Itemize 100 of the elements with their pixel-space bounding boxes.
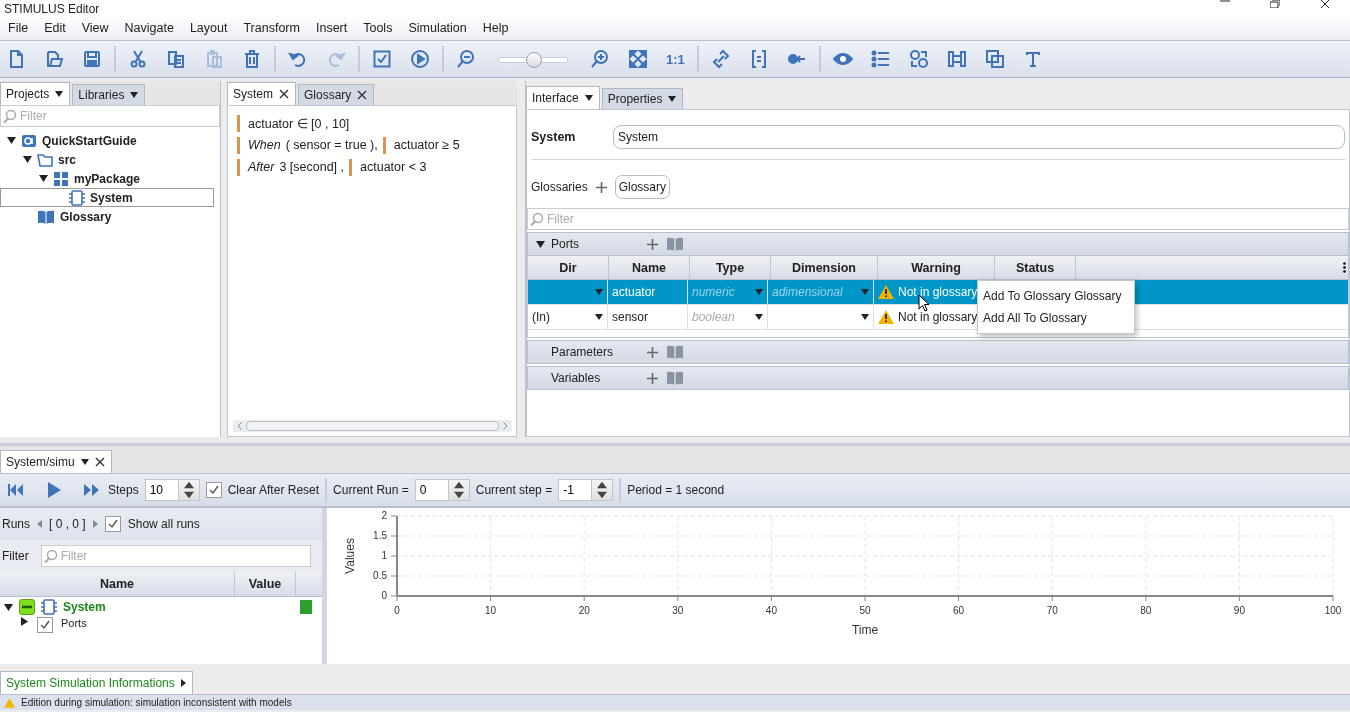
checkbox[interactable]	[19, 599, 35, 615]
run-icon[interactable]	[410, 49, 430, 69]
menu-item[interactable]: File	[0, 21, 37, 35]
menu-item[interactable]: Help	[474, 21, 517, 35]
filter-field[interactable]: Filter	[40, 545, 311, 567]
tab[interactable]: System/simu	[0, 450, 112, 473]
name-field[interactable]: System	[613, 125, 1345, 149]
book-icon[interactable]	[666, 371, 684, 385]
align-icon[interactable]	[946, 49, 967, 69]
column-header[interactable]: Dimension	[771, 256, 878, 279]
column-header[interactable]: Warning	[878, 256, 995, 279]
zoom-in-icon[interactable]	[590, 49, 610, 69]
expanded-arrow-icon[interactable]	[4, 602, 13, 612]
tab[interactable]: Libraries	[72, 84, 146, 105]
run-range: [ 0 , 0 ]	[49, 517, 86, 531]
column-header[interactable]: Status	[995, 256, 1076, 279]
scroll-left-icon[interactable]	[237, 422, 242, 430]
filter-field[interactable]: Filter	[0, 105, 220, 127]
filter-field[interactable]: Filter	[527, 208, 1349, 230]
layers-icon[interactable]	[984, 49, 1005, 69]
book-icon[interactable]	[666, 237, 684, 251]
tree-item[interactable]: System	[0, 188, 214, 207]
dropdown-caret-icon[interactable]	[755, 314, 763, 320]
tree-item[interactable]: QuickStartGuide	[0, 131, 214, 150]
glossary-chip[interactable]: Glossary	[614, 175, 671, 199]
menu-item[interactable]: Add To Glossary Glossary	[978, 285, 1134, 307]
tree-item[interactable]: myPackage	[0, 169, 214, 188]
link-icon[interactable]	[710, 49, 731, 69]
dropdown-caret-icon[interactable]	[668, 96, 677, 102]
expanded-arrow-icon[interactable]	[39, 174, 48, 183]
tab[interactable]: Projects	[0, 82, 71, 105]
section-header[interactable]: Parameters	[527, 340, 1349, 364]
next-icon[interactable]	[92, 520, 98, 528]
menu-item[interactable]: Edit	[36, 21, 74, 35]
menu-item[interactable]: Navigate	[116, 21, 182, 35]
section-header[interactable]: Variables	[527, 366, 1349, 390]
section-header[interactable]: Ports	[527, 232, 1349, 256]
restore-icon[interactable]	[1270, 0, 1280, 8]
checkbox[interactable]	[37, 617, 53, 633]
column-menu-icon[interactable]	[1343, 262, 1346, 273]
checkbox[interactable]	[104, 516, 121, 532]
copy-icon[interactable]	[166, 49, 186, 69]
delete-icon[interactable]	[242, 49, 262, 69]
tab[interactable]: System Simulation Informations	[0, 671, 193, 694]
menu-item[interactable]: Layout	[181, 21, 236, 35]
current-run-field[interactable]: 0	[414, 479, 449, 501]
actual-size-button[interactable]: 1:1	[666, 51, 685, 67]
current-step-field[interactable]: -1	[558, 479, 593, 501]
expanded-arrow-icon[interactable]	[7, 136, 16, 145]
menu-item[interactable]: Tools	[355, 21, 401, 35]
column-header[interactable]: Name	[0, 572, 235, 596]
add-icon[interactable]	[647, 372, 658, 384]
collapsed-arrow-icon[interactable]	[20, 617, 29, 626]
horizontal-scrollbar[interactable]	[233, 420, 512, 432]
save-icon[interactable]	[82, 49, 102, 69]
tab[interactable]: Properties	[601, 88, 684, 109]
menu-item[interactable]: View	[73, 21, 117, 35]
zoom-out-icon[interactable]	[456, 49, 476, 69]
check-icon[interactable]	[372, 49, 392, 69]
column-header[interactable]: Value	[235, 572, 296, 596]
tab[interactable]: Interface	[526, 86, 600, 109]
dropdown-caret-icon[interactable]	[595, 314, 603, 320]
open-file-icon[interactable]	[44, 49, 64, 69]
checkbox[interactable]	[205, 482, 222, 498]
fit-icon[interactable]	[628, 49, 648, 69]
tree-item[interactable]: Glossary	[0, 207, 214, 226]
expanded-arrow-icon[interactable]	[23, 155, 32, 164]
column-header[interactable]: Name	[609, 256, 690, 279]
book-icon[interactable]	[666, 345, 684, 359]
menu-item[interactable]: Add All To Glossary	[978, 307, 1134, 329]
steps-field[interactable]: 10	[144, 479, 179, 501]
dropdown-caret-icon[interactable]	[130, 92, 139, 98]
dropdown-caret-icon[interactable]	[584, 95, 593, 101]
add-icon[interactable]	[595, 181, 607, 193]
expanded-arrow-icon[interactable]	[536, 239, 545, 249]
add-icon[interactable]	[647, 346, 658, 358]
menu-item[interactable]: Insert	[307, 21, 356, 35]
cycle-icon[interactable]	[908, 49, 929, 69]
menu-item[interactable]: Simulation	[400, 21, 475, 35]
previous-icon[interactable]	[37, 520, 42, 528]
menu-item[interactable]: Transform	[235, 21, 308, 35]
table-cell-text: boolean	[692, 310, 736, 324]
tree-item[interactable]: src	[0, 150, 214, 169]
column-header[interactable]: Type	[690, 256, 771, 279]
column-header[interactable]: Dir	[528, 256, 609, 279]
expand-arrow-icon[interactable]	[180, 679, 186, 687]
tab[interactable]: Glossary	[298, 84, 375, 105]
scroll-right-icon[interactable]	[503, 422, 508, 430]
add-icon[interactable]	[647, 238, 658, 250]
close-icon[interactable]	[1320, 0, 1330, 8]
tab[interactable]: System	[227, 82, 296, 105]
close-icon[interactable]	[279, 89, 289, 99]
slider-thumb[interactable]	[526, 52, 543, 68]
cut-icon[interactable]	[128, 49, 148, 69]
dropdown-caret-icon[interactable]	[55, 91, 64, 97]
dropdown-caret-icon[interactable]	[861, 314, 869, 320]
close-icon[interactable]	[94, 457, 105, 467]
list-icon[interactable]	[870, 49, 891, 69]
dropdown-caret-icon[interactable]	[80, 459, 89, 465]
close-icon[interactable]	[357, 90, 368, 100]
